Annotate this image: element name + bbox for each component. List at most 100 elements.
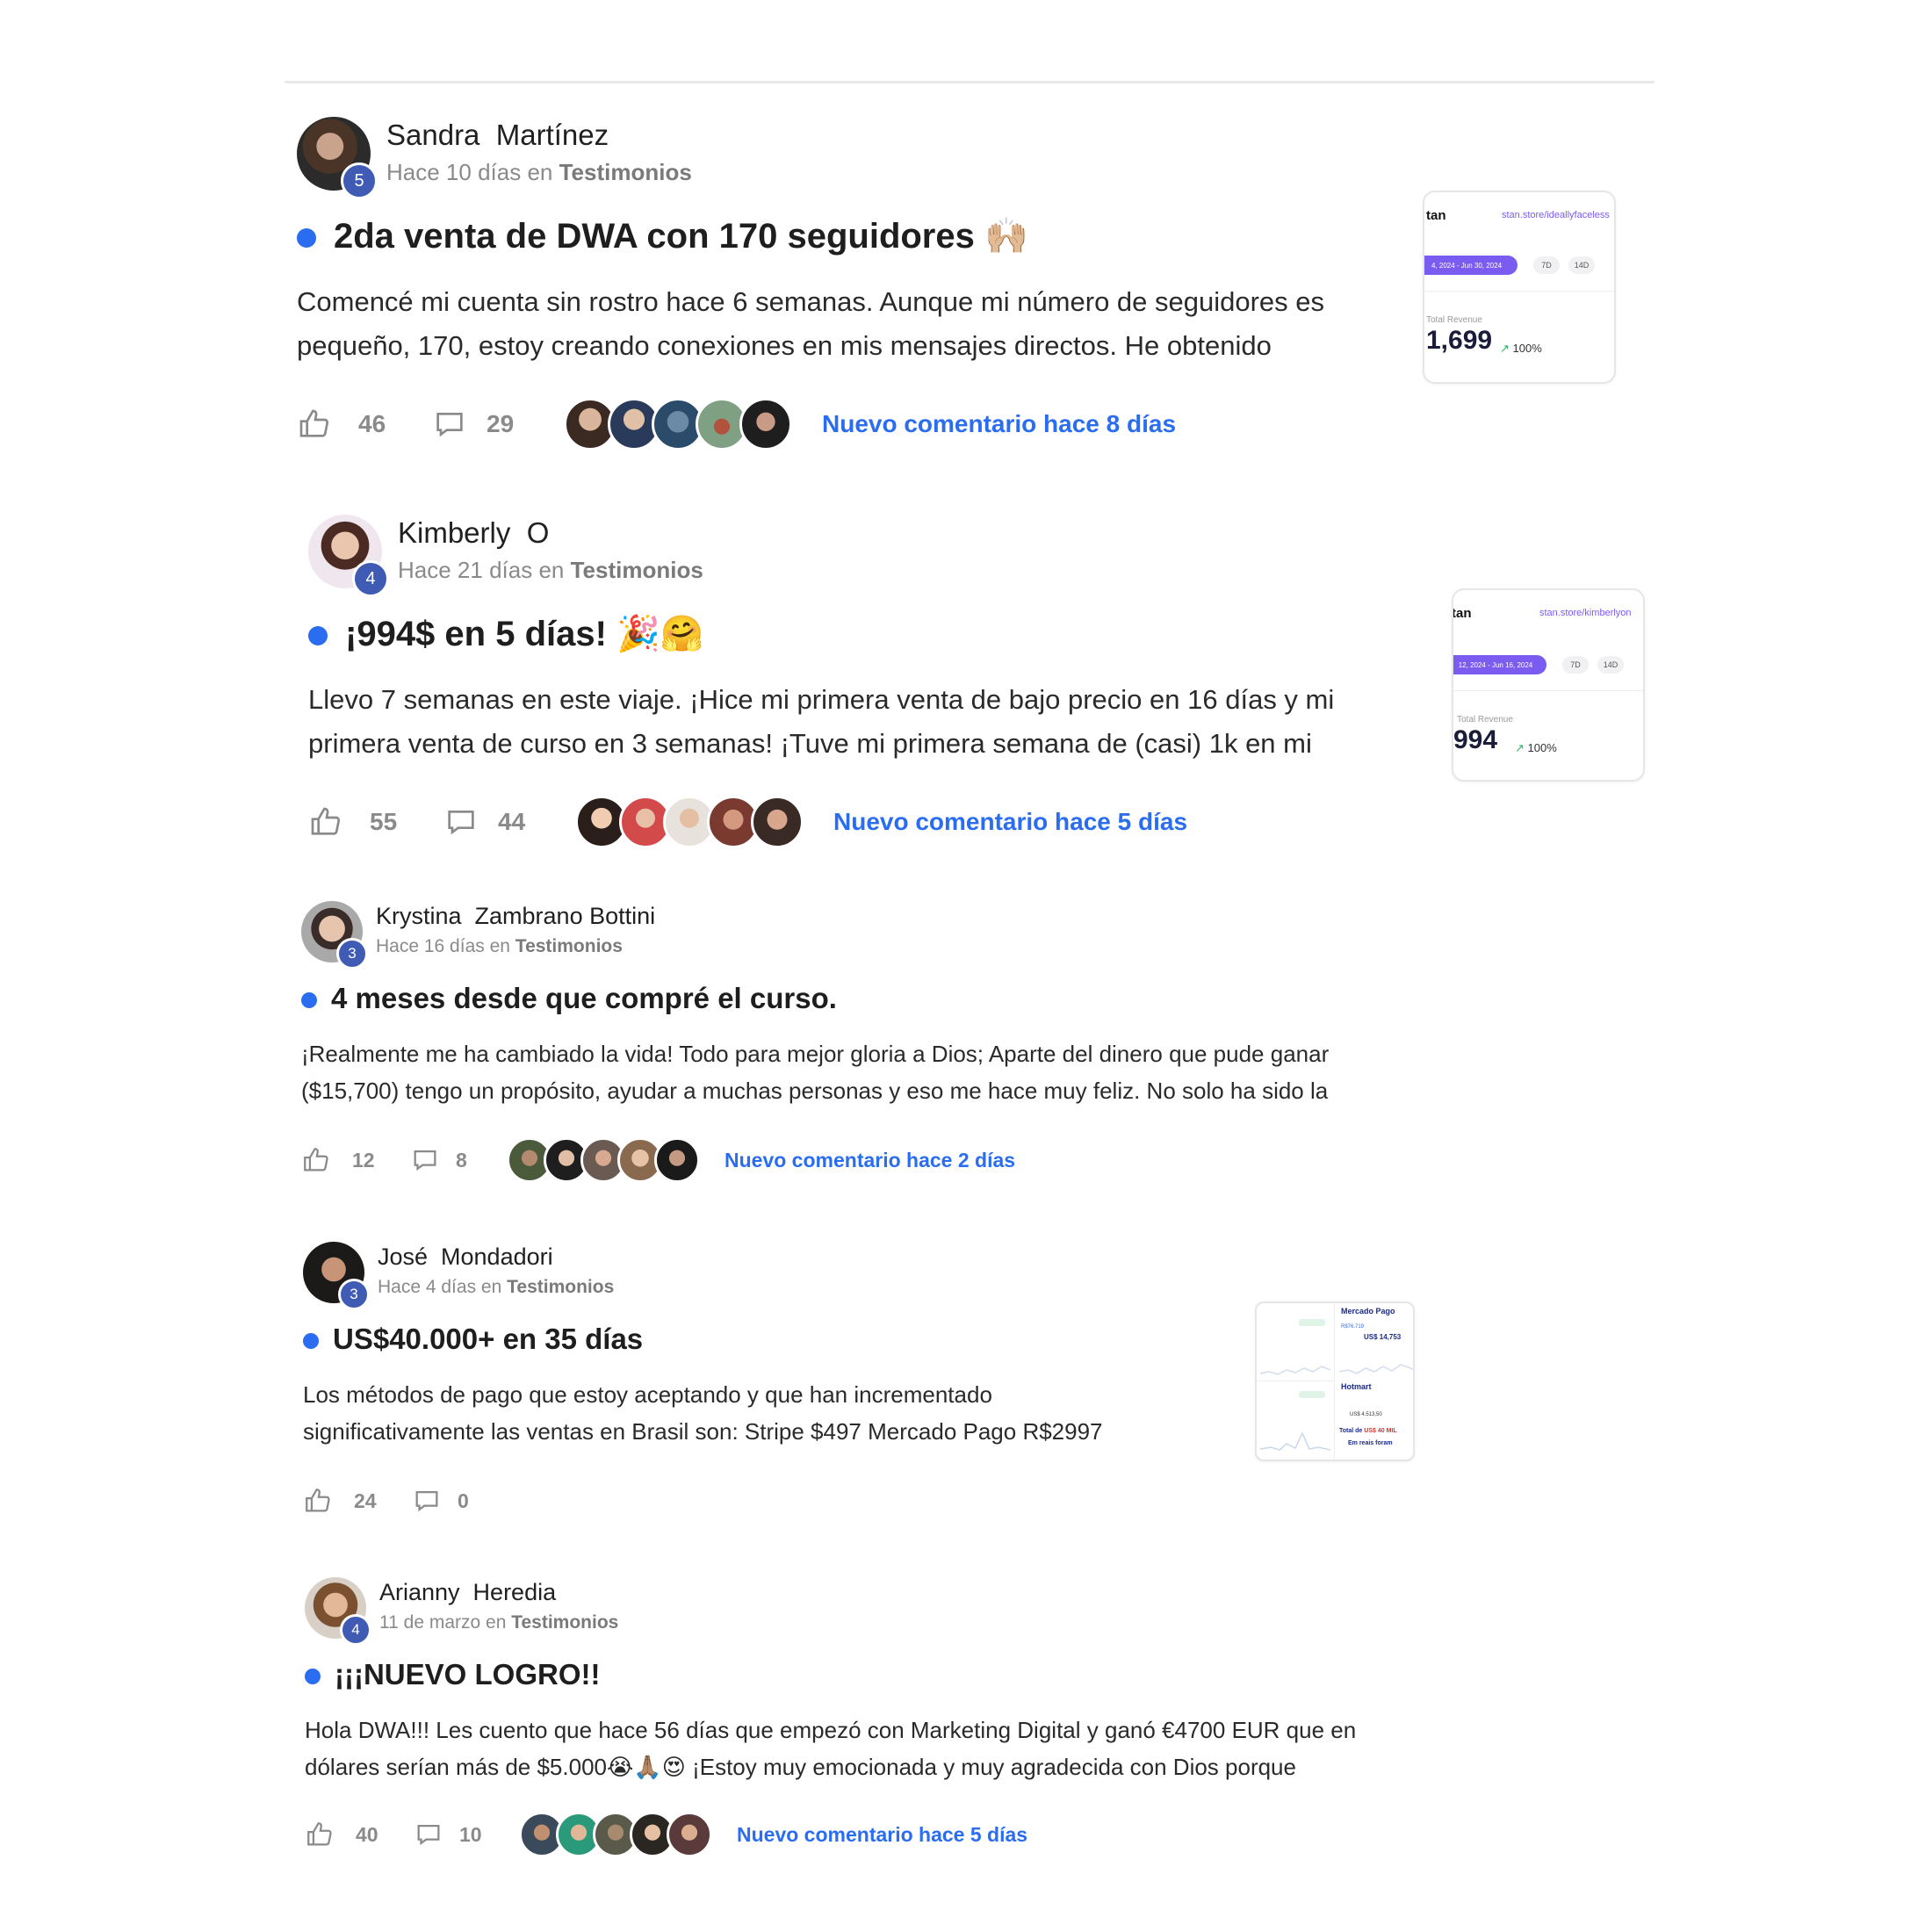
chart-panel <box>1257 1382 1335 1460</box>
new-comment-link[interactable]: Nuevo comentario hace 5 días <box>833 808 1187 836</box>
trend-up-icon: ↗ <box>1515 741 1525 754</box>
post-time: Hace 4 días <box>378 1277 477 1297</box>
post-stats: 55 44 Nuevo comentario hace 5 días <box>308 796 1187 848</box>
commenter-avatars[interactable] <box>507 1137 700 1183</box>
mercado-pago-value: US$ 14,753 <box>1364 1333 1402 1341</box>
unread-dot <box>305 1669 321 1684</box>
post-stats: 40 10 Nuevo comentario hace 5 días <box>305 1812 1027 1857</box>
total-value: US$ 40 MIL <box>1364 1428 1397 1434</box>
post-body[interactable]: ¡Realmente me ha cambiado la vida! Todo … <box>301 1035 1443 1109</box>
unread-dot <box>308 626 328 645</box>
avatar[interactable]: 4 <box>308 515 389 597</box>
post-body[interactable]: Los métodos de pago que estoy aceptando … <box>303 1376 1269 1450</box>
post-title[interactable]: 2da venta de DWA con 170 seguidores 🙌🏼 <box>334 215 1028 256</box>
level-badge: 3 <box>336 938 368 970</box>
revenue-change: ↗ 100% <box>1500 342 1542 356</box>
post-body[interactable]: Comencé mi cuenta sin rostro hace 6 sema… <box>297 280 1438 368</box>
category-link[interactable]: Testimonios <box>507 1277 614 1297</box>
author-name[interactable]: José Mondadori <box>378 1244 553 1271</box>
thumbnail-brand: tan <box>1426 208 1446 223</box>
post-meta: 11 de marzo en Testimonios <box>379 1612 618 1633</box>
post-thumbnail[interactable]: tan stan.store/kimberlyon 12, 2024 - Jun… <box>1452 588 1645 782</box>
new-comment-link[interactable]: Nuevo comentario hace 5 días <box>737 1823 1027 1847</box>
reais-line: Em reais foram <box>1348 1440 1393 1446</box>
date-range-pill: 4, 2024 - Jun 30, 2024 <box>1424 256 1517 275</box>
post-card[interactable]: 5 Sandra Martínez Hace 10 días en Testim… <box>297 117 1649 451</box>
post-title[interactable]: 4 meses desde que compré el curso. <box>331 982 837 1015</box>
post-card[interactable]: 4 Kimberly O Hace 21 días en Testimonios… <box>308 515 1661 848</box>
like-icon[interactable] <box>297 407 332 442</box>
category-link[interactable]: Testimonios <box>511 1612 618 1633</box>
in-label: en <box>486 1612 507 1633</box>
author-name[interactable]: Krystina Zambrano Bottini <box>376 903 655 930</box>
avatar[interactable]: 5 <box>297 117 378 199</box>
post-meta: Hace 10 días en Testimonios <box>386 159 692 186</box>
level-badge: 5 <box>341 162 378 199</box>
comment-count: 29 <box>487 410 515 437</box>
revenue-label: Total Revenue <box>1426 315 1482 325</box>
post-stats: 24 0 <box>303 1479 484 1523</box>
avatar[interactable]: 3 <box>303 1242 370 1310</box>
range-chip-14d: 14D <box>1597 656 1624 674</box>
author-name[interactable]: Kimberly O <box>398 516 549 550</box>
mercado-pago-label: Mercado Pago <box>1341 1307 1395 1316</box>
post-body-line: significativamente las ventas en Brasil … <box>303 1418 1103 1445</box>
post-card[interactable]: 3 Krystina Zambrano Bottini Hace 16 días… <box>301 901 1443 1200</box>
unread-dot <box>297 228 316 248</box>
hotmart-label: Hotmart <box>1341 1382 1372 1391</box>
category-link[interactable]: Testimonios <box>515 936 623 956</box>
post-time: Hace 16 días <box>376 936 485 956</box>
post-title[interactable]: ¡¡¡NUEVO LOGRO!! <box>335 1658 600 1691</box>
feed-top-divider <box>285 81 1654 83</box>
revenue-label: Total Revenue <box>1457 715 1513 724</box>
post-stats: 46 29 Nuevo comentario hace 8 días <box>297 398 1176 451</box>
comment-icon[interactable] <box>414 1820 443 1849</box>
like-count: 46 <box>358 410 386 437</box>
category-link[interactable]: Testimonios <box>559 159 692 185</box>
hotmart-small: US$ 4.513,50 <box>1350 1412 1382 1417</box>
post-time: Hace 21 días <box>398 557 533 583</box>
comment-icon[interactable] <box>412 1486 442 1516</box>
post-card[interactable]: 3 José Mondadori Hace 4 días en Testimon… <box>303 1242 1445 1532</box>
post-thumbnail[interactable]: Mercado Pago R$76.719 US$ 14,753 Hotmart… <box>1255 1301 1415 1461</box>
author-name[interactable]: Sandra Martínez <box>386 119 609 152</box>
like-icon[interactable] <box>308 804 343 840</box>
comment-icon[interactable] <box>432 407 467 442</box>
post-body-line: Los métodos de pago que estoy aceptando … <box>303 1381 992 1408</box>
new-comment-link[interactable]: Nuevo comentario hace 8 días <box>822 410 1176 438</box>
divider <box>1424 291 1614 292</box>
post-body-line: Comencé mi cuenta sin rostro hace 6 sema… <box>297 286 1325 317</box>
post-card[interactable]: 4 Arianny Heredia 11 de marzo en Testimo… <box>305 1577 1446 1876</box>
post-meta: Hace 4 días en Testimonios <box>378 1277 614 1298</box>
post-body-line: primera venta de curso en 3 semanas! ¡Tu… <box>308 728 1312 759</box>
thumbnail-url: stan.store/ideallyfaceless <box>1502 210 1610 220</box>
commenter-avatars[interactable] <box>564 398 792 451</box>
unread-dot <box>303 1333 319 1349</box>
range-chip-7d: 7D <box>1562 656 1589 674</box>
like-count: 24 <box>354 1489 377 1512</box>
post-body-line: ¡Realmente me ha cambiado la vida! Todo … <box>301 1041 1330 1067</box>
chart-panel <box>1257 1303 1335 1381</box>
commenter-avatars[interactable] <box>519 1812 712 1857</box>
in-label: en <box>527 159 553 185</box>
new-comment-link[interactable]: Nuevo comentario hace 2 días <box>724 1149 1015 1172</box>
like-icon[interactable] <box>305 1820 335 1849</box>
post-body[interactable]: Llevo 7 semanas en este viaje. ¡Hice mi … <box>308 678 1450 766</box>
range-chip-7d: 7D <box>1533 256 1560 274</box>
avatar[interactable]: 3 <box>301 901 368 970</box>
comment-icon[interactable] <box>410 1145 440 1175</box>
post-body[interactable]: Hola DWA!!! Les cuento que hace 56 días … <box>305 1712 1446 1785</box>
like-count: 12 <box>352 1148 375 1171</box>
commenter-avatars[interactable] <box>575 796 804 848</box>
post-title[interactable]: US$40.000+ en 35 días <box>333 1323 643 1356</box>
post-thumbnail[interactable]: tan stan.store/ideallyfaceless 4, 2024 -… <box>1423 191 1616 384</box>
like-icon[interactable] <box>301 1145 331 1175</box>
post-stats: 12 8 Nuevo comentario hace 2 días <box>301 1137 1015 1183</box>
avatar[interactable]: 4 <box>305 1577 371 1646</box>
author-name[interactable]: Arianny Heredia <box>379 1579 556 1606</box>
revenue-value: 1,699 <box>1426 326 1493 355</box>
comment-icon[interactable] <box>443 804 479 840</box>
post-title[interactable]: ¡994$ en 5 días! 🎉🤗 <box>345 613 704 654</box>
category-link[interactable]: Testimonios <box>571 557 703 583</box>
like-icon[interactable] <box>303 1486 333 1516</box>
